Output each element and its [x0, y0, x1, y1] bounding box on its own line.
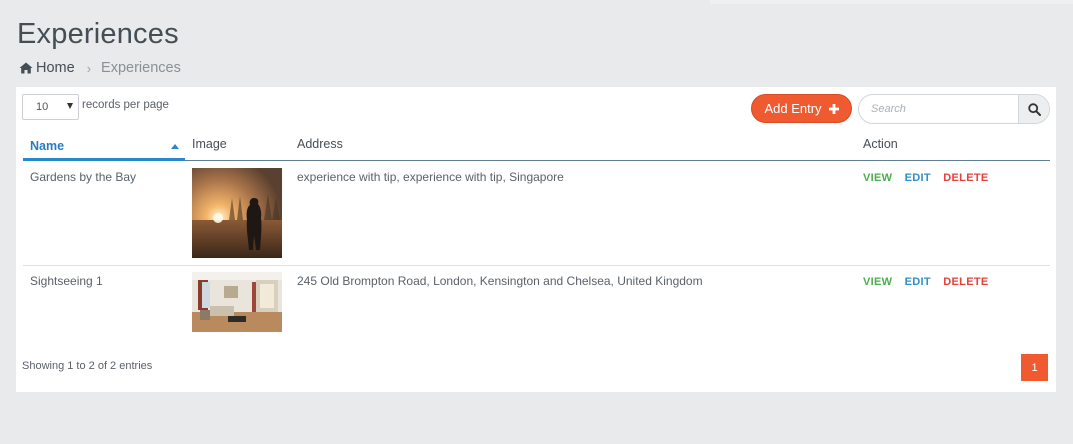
- view-link[interactable]: VIEW: [863, 172, 892, 184]
- search-icon: [1027, 102, 1041, 116]
- records-per-page-value: 10: [36, 101, 49, 113]
- breadcrumb-home-link[interactable]: Home: [19, 60, 75, 76]
- records-per-page-select[interactable]: 10: [22, 94, 79, 120]
- living-room-photo: [192, 272, 282, 332]
- row-address: experience with tip, experience with tip…: [297, 170, 564, 184]
- edit-link[interactable]: EDIT: [905, 276, 931, 288]
- column-header-image[interactable]: Image: [192, 137, 227, 151]
- plus-icon: [828, 103, 839, 114]
- sunset-silhouette-photo: [192, 168, 282, 258]
- delete-link[interactable]: DELETE: [943, 172, 988, 184]
- row-actions: VIEW EDIT DELETE: [863, 172, 998, 184]
- row-name: Sightseeing 1: [30, 274, 103, 288]
- search-box: [858, 94, 1050, 124]
- page-title: Experiences: [17, 18, 179, 50]
- sort-ascending-icon: [171, 144, 179, 149]
- search-button[interactable]: [1018, 95, 1049, 123]
- breadcrumb-home-label: Home: [36, 60, 75, 76]
- row-name: Gardens by the Bay: [30, 170, 137, 184]
- table-info: Showing 1 to 2 of 2 entries: [22, 360, 153, 372]
- top-strip: [710, 0, 1073, 4]
- active-sort-underline: [23, 158, 185, 161]
- table-header: Name Image Address Action: [23, 132, 1050, 161]
- table-row: Sightseeing 1 245 Old Brompton Road, Lon…: [23, 266, 1050, 339]
- records-per-page-label: records per page: [82, 99, 169, 111]
- column-header-action: Action: [863, 137, 898, 151]
- experiences-table-panel: 10 records per page Add Entry Name Image…: [16, 87, 1056, 392]
- add-entry-button[interactable]: Add Entry: [751, 94, 852, 123]
- view-link[interactable]: VIEW: [863, 276, 892, 288]
- delete-link[interactable]: DELETE: [943, 276, 988, 288]
- column-header-address[interactable]: Address: [297, 137, 343, 151]
- add-entry-label: Add Entry: [764, 101, 822, 116]
- row-address: 245 Old Brompton Road, London, Kensingto…: [297, 274, 703, 288]
- row-actions: VIEW EDIT DELETE: [863, 276, 998, 288]
- breadcrumb: Home › Experiences: [19, 60, 181, 76]
- caret-down-icon: [67, 103, 73, 109]
- column-header-name[interactable]: Name: [30, 139, 64, 153]
- edit-link[interactable]: EDIT: [905, 172, 931, 184]
- home-icon: [19, 62, 33, 74]
- breadcrumb-separator: ›: [86, 60, 92, 76]
- search-input[interactable]: [859, 95, 1019, 123]
- row-image-thumbnail: [192, 272, 282, 335]
- row-image-thumbnail: [192, 168, 282, 261]
- breadcrumb-current: Experiences: [101, 60, 181, 76]
- table-row: Gardens by the Bay experience with tip, …: [23, 162, 1050, 266]
- pagination-page-1[interactable]: 1: [1021, 354, 1048, 381]
